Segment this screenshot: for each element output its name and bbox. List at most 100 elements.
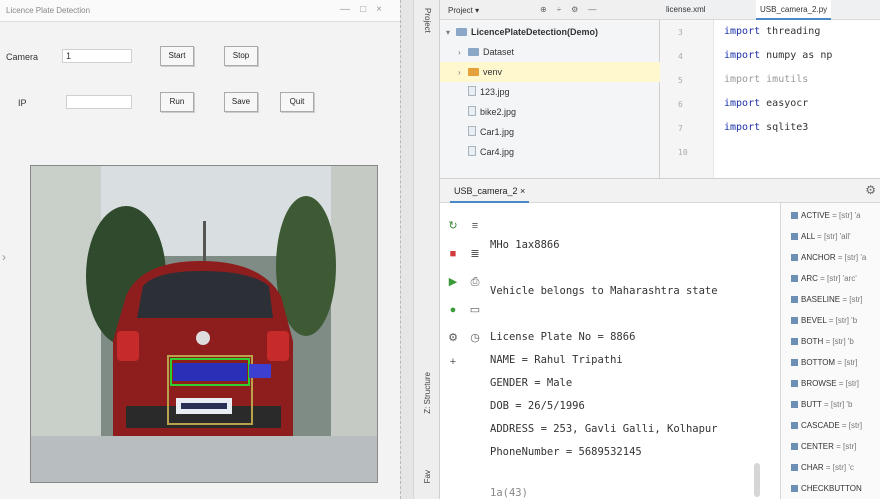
field-icon: [791, 338, 798, 345]
tree-root[interactable]: ▾ LicencePlateDetection(Demo): [440, 22, 660, 42]
field-icon: [791, 380, 798, 387]
line-number: 4: [678, 52, 683, 61]
structure-side-tab[interactable]: Z: Structure: [423, 372, 432, 414]
code-editor: license.xml USB_camera_2.py 3 import thr…: [660, 0, 880, 178]
folder-icon: [468, 68, 479, 76]
code-line[interactable]: import imutils: [724, 74, 808, 85]
console-line: GENDER = Male: [490, 377, 573, 389]
field-icon: [791, 401, 798, 408]
ide-tool-strip: Project Z: Structure Fav: [414, 0, 440, 499]
structure-item[interactable]: BUTT = [str] 'b: [791, 400, 852, 409]
play-icon[interactable]: ▶: [446, 275, 460, 289]
camera-input[interactable]: 1: [62, 49, 132, 63]
console-output[interactable]: MHo 1ax8866 Vehicle belongs to Maharasht…: [490, 203, 770, 499]
structure-item[interactable]: BOTTOM = [str]: [791, 358, 858, 367]
save-button[interactable]: Save: [224, 92, 258, 112]
line-number: 7: [678, 124, 683, 133]
image-file-icon: [468, 126, 476, 136]
code-line[interactable]: import sqlite3: [724, 122, 808, 133]
project-view-dropdown[interactable]: Project ▾: [448, 6, 479, 15]
run-tab-usb-camera[interactable]: USB_camera_2 ×: [450, 179, 530, 203]
print-icon[interactable]: ⎙: [468, 275, 482, 289]
gear-icon[interactable]: ⚙: [865, 183, 876, 197]
camera-feed: [30, 165, 378, 483]
debug-icon[interactable]: ●: [446, 303, 460, 317]
field-icon: [791, 275, 798, 282]
code-line[interactable]: import numpy as np: [724, 50, 832, 61]
field-icon: [791, 464, 798, 471]
tab-license-xml[interactable]: license.xml: [662, 0, 710, 20]
project-side-tab[interactable]: Project: [423, 8, 432, 33]
tab-usb-camera[interactable]: USB_camera_2.py: [756, 0, 832, 20]
app-title: Licence Plate Detection: [6, 6, 91, 15]
console-line: 1a(43): [490, 487, 528, 499]
run-panel: USB_camera_2 × ⚙ ↻ ≡ ■ ≣ ▶ ⎙ ● ▭ ⚙ ◷ + M…: [440, 178, 880, 499]
chevron-right-icon[interactable]: ›: [2, 250, 6, 264]
soft-wrap-icon[interactable]: ≣: [468, 247, 482, 261]
camera-label: Camera: [6, 52, 39, 62]
field-icon: [791, 233, 798, 240]
code-line[interactable]: import easyocr: [724, 98, 808, 109]
stop-icon[interactable]: ■: [446, 247, 460, 261]
ide-window: Project Z: Structure Fav Project ▾ ⊕÷⚙— …: [414, 0, 880, 499]
console-line: NAME = Rahul Tripathi: [490, 354, 623, 366]
rerun-icon[interactable]: ↻: [446, 219, 460, 233]
run-button[interactable]: Run: [160, 92, 194, 112]
tree-item-file[interactable]: 123.jpg: [440, 82, 660, 102]
field-icon: [791, 443, 798, 450]
structure-item[interactable]: CASCADE = [str]: [791, 421, 862, 430]
chevron-down-icon[interactable]: ▾: [446, 23, 456, 43]
structure-item[interactable]: ANCHOR = [str] 'a: [791, 253, 866, 262]
line-number: 6: [678, 100, 683, 109]
field-icon: [791, 359, 798, 366]
clock-icon[interactable]: ◷: [468, 331, 482, 345]
line-number: 3: [678, 28, 683, 37]
console-line: ADDRESS = 253, Gavli Galli, Kolhapur: [490, 423, 718, 435]
chevron-right-icon[interactable]: ›: [458, 43, 468, 63]
run-tabbar: USB_camera_2 × ⚙: [440, 179, 880, 203]
structure-item[interactable]: BEVEL = [str] 'b: [791, 316, 857, 325]
project-tool-icons[interactable]: ⊕÷⚙—: [540, 5, 606, 14]
structure-item[interactable]: BOTH = [str] 'b: [791, 337, 854, 346]
project-toolbar: Project ▾ ⊕÷⚙—: [440, 0, 660, 20]
tree-item-file[interactable]: Car1.jpg: [440, 122, 660, 142]
ip-input[interactable]: [66, 95, 132, 109]
folder-icon: [468, 48, 479, 56]
scroll-end-icon[interactable]: ≡: [468, 219, 482, 233]
image-file-icon: [468, 146, 476, 156]
quit-button[interactable]: Quit: [280, 92, 314, 112]
structure-item[interactable]: ACTIVE = [str] 'a: [791, 211, 861, 220]
field-icon: [791, 485, 798, 492]
structure-item[interactable]: ALL = [str] 'all': [791, 232, 851, 241]
structure-item[interactable]: BROWSE = [str]: [791, 379, 859, 388]
console-scrollbar[interactable]: [754, 463, 760, 497]
code-line[interactable]: import threading: [724, 26, 820, 37]
settings-icon[interactable]: ⚙: [446, 331, 460, 345]
console-line: PhoneNumber = 5689532145: [490, 446, 642, 458]
car-image: [31, 166, 377, 482]
folder-icon: [456, 28, 467, 36]
line-number: 10: [678, 148, 688, 157]
tree-item-venv[interactable]: › venv: [440, 62, 660, 82]
start-button[interactable]: Start: [160, 46, 194, 66]
license-plate-app-window: Licence Plate Detection —□× Camera 1 Sta…: [0, 0, 400, 499]
field-icon: [791, 317, 798, 324]
console-line: Vehicle belongs to Maharashtra state: [490, 285, 718, 297]
structure-item[interactable]: CHECKBUTTON: [791, 484, 862, 493]
structure-item[interactable]: CENTER = [str]: [791, 442, 856, 451]
editor-tabs: license.xml USB_camera_2.py: [660, 0, 880, 20]
pin-icon[interactable]: ▭: [468, 303, 482, 317]
screen-separator: [400, 0, 414, 499]
structure-item[interactable]: ARC = [str] 'arc': [791, 274, 857, 283]
field-icon: [791, 422, 798, 429]
structure-item[interactable]: BASELINE = [str]: [791, 295, 863, 304]
tree-item-file[interactable]: Car4.jpg: [440, 142, 660, 162]
plus-icon[interactable]: +: [446, 355, 460, 369]
tree-item-dataset[interactable]: › Dataset: [440, 42, 660, 62]
favorites-side-tab[interactable]: Fav: [423, 470, 432, 483]
tree-item-file[interactable]: bike2.jpg: [440, 102, 660, 122]
structure-item[interactable]: CHAR = [str] 'c: [791, 463, 854, 472]
chevron-right-icon[interactable]: ›: [458, 63, 468, 83]
window-controls[interactable]: —□×: [340, 4, 392, 15]
stop-button[interactable]: Stop: [224, 46, 258, 66]
